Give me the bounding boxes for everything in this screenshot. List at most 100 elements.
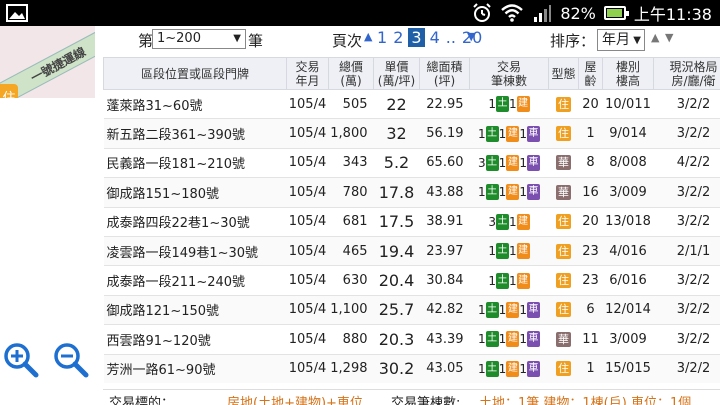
legend-label-target: 交易標的： bbox=[109, 396, 175, 405]
table-row[interactable]: 凌雲路一段149巷1~30號 105/4 465 19.4 23.97 1 土 1 建住 23 4/… bbox=[103, 236, 720, 267]
sort-label: 排序： bbox=[550, 32, 596, 50]
header-date[interactable]: 交易 年月 bbox=[286, 57, 329, 90]
floor-cell: 13/018 bbox=[602, 207, 654, 237]
chevron-down-icon: ▼ bbox=[633, 35, 641, 46]
header-type[interactable]: 型態 bbox=[548, 57, 579, 90]
count-land: 1 bbox=[488, 273, 496, 288]
total-price-cell: 465 bbox=[328, 236, 374, 267]
date-cell: 105/4 bbox=[286, 118, 329, 149]
layout-cell: 3/2/2 bbox=[653, 265, 720, 296]
page-link[interactable]: 2 bbox=[392, 28, 404, 47]
count-bldg: 1 bbox=[509, 214, 517, 229]
unit-price-cell: 5.2 bbox=[373, 148, 420, 179]
clock: 上午11:38 bbox=[633, 5, 712, 24]
park-badge-icon: 車 bbox=[526, 360, 540, 377]
battery-icon bbox=[603, 6, 629, 20]
map-view[interactable]: 一號捷運線 住 bbox=[0, 26, 95, 98]
table-row[interactable]: 蓬萊路31~60號 105/4 505 22 22.95 1 土 1 建住 20 10/011 3/2… bbox=[103, 89, 720, 120]
legend-footer: 交易標的： 房地(土地+建物)+車位 交易筆棟數: 土地：1筆 建物：1棟(戶)… bbox=[103, 389, 720, 405]
area-cell: 30.84 bbox=[419, 265, 470, 296]
area-cell: 38.91 bbox=[419, 207, 470, 237]
bldg-badge-icon: 建 bbox=[506, 360, 520, 377]
count-park: 1 bbox=[519, 126, 527, 141]
address-cell: 成泰路四段22巷1~30號 bbox=[103, 207, 287, 237]
page-link[interactable]: 4 bbox=[429, 28, 441, 47]
header-unit-price[interactable]: 單價 (萬/坪) bbox=[373, 57, 420, 90]
park-badge-icon: 車 bbox=[526, 154, 540, 171]
header-area[interactable]: 總面積 (坪) bbox=[419, 57, 470, 90]
table-row[interactable]: 成泰路四段22巷1~30號 105/4 681 17.5 38.91 3 土 1 建住 20 13/… bbox=[103, 207, 720, 237]
total-price-cell: 780 bbox=[328, 177, 374, 208]
type-cell: 住 bbox=[548, 89, 579, 120]
area-cell: 56.19 bbox=[419, 118, 470, 149]
land-badge-icon: 土 bbox=[496, 213, 509, 230]
count-bldg: 1 bbox=[498, 126, 507, 141]
count-cell: 3土1建 bbox=[469, 207, 549, 237]
wifi-icon bbox=[501, 4, 524, 22]
layout-cell: 3/2/2 bbox=[653, 354, 720, 383]
header-address[interactable]: 區段位置或區段門牌 bbox=[103, 57, 287, 90]
table-row[interactable]: 新五路二段361~390號 105/4 1,800 32 56.19 1 土 1 建 1 車住 1 9/… bbox=[103, 118, 720, 149]
count-park: 1 bbox=[519, 185, 527, 200]
status-bar: 82% 上午11:38 bbox=[0, 0, 720, 26]
address-cell: 芳洲一路61~90號 bbox=[103, 354, 287, 383]
address-cell: 新五路二段361~390號 bbox=[103, 118, 287, 149]
next-page-icon[interactable]: ▼ bbox=[467, 30, 475, 43]
address-cell: 御成路151~180號 bbox=[103, 177, 287, 208]
table-row[interactable]: 民義路一段181~210號 105/4 343 5.2 65.60 3 土 1 建 1 車華 8 8/0… bbox=[103, 148, 720, 179]
sort-ascending-icon[interactable]: ▲ bbox=[651, 31, 659, 44]
header-layout[interactable]: 現況格局 房/廳/衛 bbox=[653, 57, 720, 90]
layout-cell: 3/2/2 bbox=[653, 207, 720, 237]
type-cell: 住 bbox=[548, 265, 579, 296]
count-park: 1 bbox=[519, 361, 527, 376]
area-cell: 22.95 bbox=[419, 89, 470, 120]
type-badge-icon: 住 bbox=[556, 361, 571, 377]
bldg-badge-icon: 建 bbox=[506, 125, 520, 142]
address-cell: 民義路一段181~210號 bbox=[103, 148, 287, 179]
floor-cell: 4/016 bbox=[602, 236, 654, 267]
range-select[interactable]: 1~200 ▼ bbox=[152, 29, 246, 49]
table-header: 區段位置或區段門牌 交易 年月 總價 (萬) 單價 (萬/坪) 總面積 (坪) 交易 筆棟… bbox=[103, 57, 720, 90]
zoom-in-icon[interactable] bbox=[3, 342, 39, 378]
table-row[interactable]: 御成路151~180號 105/4 780 17.8 43.88 1 土 1 建 1 車華 16 3/0… bbox=[103, 177, 720, 208]
park-badge-icon: 車 bbox=[526, 331, 540, 348]
date-cell: 105/4 bbox=[286, 236, 329, 267]
land-badge-icon: 土 bbox=[485, 331, 499, 348]
page-link[interactable]: 1 bbox=[376, 28, 388, 47]
type-cell: 華 bbox=[548, 177, 579, 208]
table-row[interactable]: 芳洲一路61~90號 105/4 1,298 30.2 43.05 1 土 1 建 1 車住 1 15/… bbox=[103, 354, 720, 383]
sort-descending-icon[interactable]: ▼ bbox=[665, 31, 673, 44]
type-badge-icon: 華 bbox=[556, 155, 571, 171]
page-link[interactable]: 3 bbox=[408, 28, 425, 47]
count-bldg: 1 bbox=[498, 332, 507, 347]
header-total[interactable]: 總價 (萬) bbox=[328, 57, 374, 90]
land-badge-icon: 土 bbox=[485, 360, 499, 377]
count-cell: 1土1建 bbox=[469, 236, 549, 267]
table-row[interactable]: 御成路121~150號 105/4 1,100 25.7 42.82 1 土 1 建 1 車住 6 12… bbox=[103, 295, 720, 326]
count-cell: 3土1建1車 bbox=[469, 148, 549, 179]
age-cell: 16 bbox=[578, 177, 603, 208]
sort-select[interactable]: 年月 ▼ bbox=[597, 29, 645, 51]
floor-cell: 12/014 bbox=[602, 295, 654, 326]
type-cell: 住 bbox=[548, 354, 579, 383]
map-marker[interactable]: 住 bbox=[0, 84, 18, 98]
count-cell: 1土1建1車 bbox=[469, 295, 549, 326]
unit-price-cell: 19.4 bbox=[373, 236, 420, 267]
legend-value-target: 房地(土地+建物)+車位 bbox=[227, 396, 363, 405]
count-bldg: 1 bbox=[509, 97, 517, 112]
address-cell: 御成路121~150號 bbox=[103, 295, 287, 326]
age-cell: 1 bbox=[578, 118, 603, 149]
unit-price-cell: 20.4 bbox=[373, 265, 420, 296]
table-row[interactable]: 西雲路91~120號 105/4 880 20.3 43.39 1 土 1 建 1 車華 11 3/00… bbox=[103, 324, 720, 355]
zoom-out-icon[interactable] bbox=[53, 342, 89, 378]
header-count[interactable]: 交易 筆棟數 bbox=[469, 57, 549, 90]
transaction-table: 區段位置或區段門牌 交易 年月 總價 (萬) 單價 (萬/坪) 總面積 (坪) 交易 筆棟… bbox=[103, 57, 720, 383]
age-cell: 20 bbox=[578, 89, 603, 120]
prev-page-icon[interactable]: ▲ bbox=[364, 30, 372, 43]
bldg-badge-icon: 建 bbox=[516, 272, 530, 289]
area-cell: 23.97 bbox=[419, 236, 470, 267]
total-price-cell: 1,298 bbox=[328, 354, 374, 383]
header-floor[interactable]: 樓別 樓高 bbox=[602, 57, 654, 90]
table-row[interactable]: 成泰路一段211~240號 105/4 630 20.4 30.84 1 土 1 建住 23 6/0… bbox=[103, 265, 720, 296]
header-age[interactable]: 屋齡 bbox=[578, 57, 603, 90]
